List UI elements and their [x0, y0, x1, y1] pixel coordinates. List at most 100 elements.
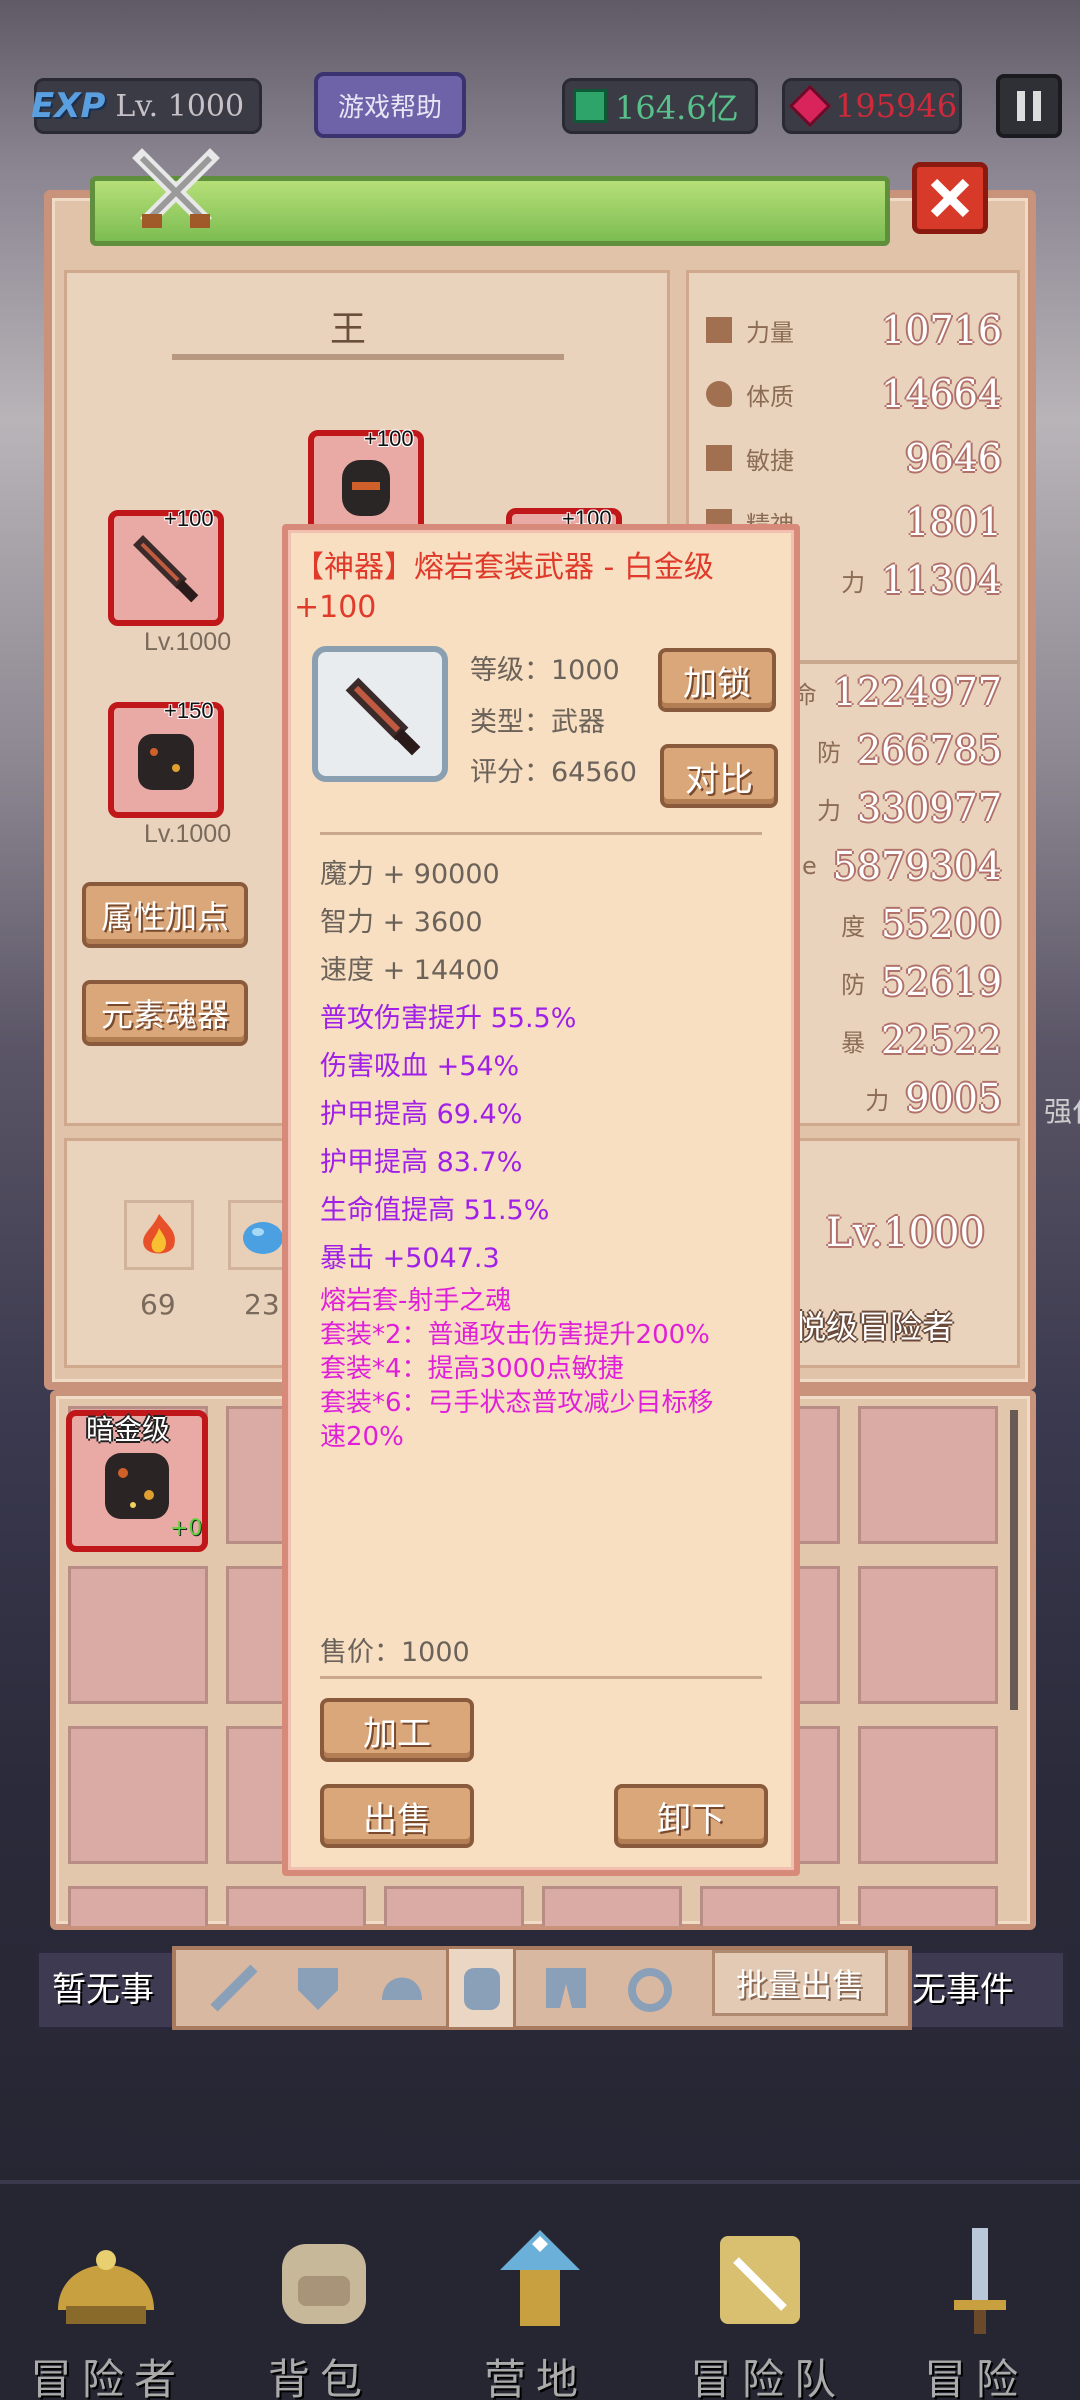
inventory-slot[interactable]	[68, 1886, 208, 1926]
item-stat-line: 速度 + 14400	[320, 955, 500, 986]
attribute-points-button[interactable]: 属性加点	[82, 882, 248, 948]
pause-icon	[1017, 91, 1041, 121]
exp-level-pill: EXP Lv. 1000	[31, 78, 262, 134]
helmet-plus: +100	[364, 426, 414, 451]
armor-plus: +150	[164, 698, 214, 723]
green-gem-icon	[573, 89, 607, 123]
strength-icon	[706, 317, 732, 343]
dark-helmet-icon	[342, 460, 390, 516]
popup-divider-bottom	[320, 1676, 762, 1679]
batch-sell-button[interactable]: 批量出售	[712, 1950, 888, 2016]
set-bonus-line: 套装*2：普通攻击伤害提升200%	[320, 1320, 710, 1350]
inventory-slot[interactable]	[858, 1566, 998, 1704]
item-title: 【神器】熔岩套装武器 - 白金级	[294, 550, 714, 585]
nav-adventurer-label[interactable]: 冒险者	[30, 2346, 186, 2400]
element-soul-button[interactable]: 元素魂器	[82, 980, 248, 1046]
rubies-value: 195946	[835, 87, 958, 125]
inventory-slot[interactable]	[226, 1886, 366, 1926]
filter-weapon-icon[interactable]	[206, 1960, 262, 2016]
unequip-button[interactable]: 卸下	[614, 1784, 768, 1848]
nav-backpack-label[interactable]: 背包	[268, 2346, 372, 2400]
adventure-sword-icon[interactable]	[920, 2220, 1040, 2340]
inventory-slot[interactable]	[384, 1886, 524, 1926]
water-icon	[243, 1222, 283, 1254]
player-level: Lv. 1000	[115, 88, 245, 124]
rubies-counter: 195946	[782, 78, 962, 134]
title-divider	[172, 354, 564, 360]
close-icon	[930, 178, 970, 218]
sell-button[interactable]: 出售	[320, 1784, 474, 1848]
exp-label: EXP	[31, 86, 106, 126]
item-bonus-line: 护甲提高 69.4%	[320, 1099, 523, 1130]
item-bonus-line: 伤害吸血 +54%	[320, 1051, 520, 1082]
gems-value: 164.6亿	[615, 89, 739, 127]
filter-helmet-icon[interactable]	[374, 1960, 430, 2016]
item-bonus-line: 普攻伤害提升 55.5%	[320, 1003, 577, 1034]
set-bonus-line: 套装*6：弓手状态普攻减少目标移	[320, 1388, 714, 1418]
close-button[interactable]	[912, 162, 988, 234]
dark-sword-icon	[133, 535, 199, 603]
water-element-count: 23	[244, 1288, 280, 1321]
inventory-slot[interactable]	[858, 1726, 998, 1864]
item-bonus-line: 生命值提高 51.5%	[320, 1195, 550, 1226]
inventory-slot[interactable]	[68, 1726, 208, 1864]
item-score: 评分：64560	[470, 757, 637, 788]
crossed-swords-icon	[132, 148, 220, 228]
item-icon-frame	[312, 646, 448, 782]
inventory-slot[interactable]	[542, 1886, 682, 1926]
nav-camp-label[interactable]: 营地	[484, 2346, 588, 2400]
pause-button[interactable]	[996, 74, 1062, 138]
camp-icon[interactable]	[480, 2220, 600, 2340]
inventory-item-quality: 暗金级	[86, 1413, 171, 1446]
item-type: 类型：武器	[470, 707, 605, 738]
set-name-line: 熔岩套-射手之魂	[320, 1286, 512, 1316]
heart-icon	[706, 381, 732, 407]
lava-sword-icon	[345, 677, 421, 756]
filter-ring-icon[interactable]	[622, 1960, 678, 2016]
item-bonus-line: 暴击 +5047.3	[320, 1243, 500, 1274]
inventory-slot[interactable]	[700, 1886, 840, 1926]
item-bonus-line: 护甲提高 83.7%	[320, 1147, 523, 1178]
stat-agility: 敏捷 9646	[706, 434, 1002, 482]
dark-armor-icon	[138, 734, 194, 790]
set-bonus-line: 速20%	[320, 1422, 404, 1452]
fire-element-count: 69	[140, 1288, 176, 1321]
inventory-slot[interactable]	[858, 1886, 998, 1926]
compare-button[interactable]: 对比	[660, 744, 778, 808]
backpack-icon[interactable]	[264, 2220, 384, 2340]
item-title-plus: +100	[294, 590, 377, 625]
inventory-scrollbar[interactable]	[1010, 1410, 1018, 1710]
game-help-button[interactable]: 游戏帮助	[314, 72, 466, 138]
adventure-team-book-icon[interactable]	[700, 2220, 820, 2340]
fire-element-slot[interactable]	[124, 1200, 194, 1270]
nav-team-label[interactable]: 冒险队	[690, 2346, 846, 2400]
boot-icon	[706, 445, 732, 471]
item-price: 售价：1000	[320, 1637, 470, 1668]
weapon-plus: +100	[164, 506, 214, 531]
set-bonus-line: 套装*4：提高3000点敏捷	[320, 1354, 624, 1384]
fire-icon	[143, 1214, 175, 1254]
armor-level: Lv.1000	[144, 820, 232, 848]
item-stat-line: 魔力 + 90000	[320, 859, 500, 890]
stat-constitution: 体质 14664	[706, 370, 1002, 418]
right-event-label: 无事件	[912, 1970, 1014, 2010]
inventory-slot[interactable]	[68, 1566, 208, 1704]
inventory-slot[interactable]	[858, 1406, 998, 1544]
adventurer-helmet-icon[interactable]	[46, 2220, 166, 2340]
filter-pants-icon[interactable]	[538, 1960, 594, 2016]
left-event-label: 暂无事	[52, 1970, 154, 2010]
craft-button[interactable]: 加工	[320, 1698, 474, 1762]
stat-strength: 力量 10716	[706, 306, 1002, 354]
adventurer-title: 悦级冒险者	[794, 1308, 955, 1346]
item-stat-line: 智力 + 3600	[320, 907, 483, 938]
gems-counter: 164.6亿	[562, 78, 758, 134]
ruby-icon	[788, 84, 832, 128]
side-enhance-label: 强化	[1044, 1095, 1080, 1128]
popup-divider-top	[320, 832, 762, 835]
lock-button[interactable]: 加锁	[658, 648, 776, 712]
weapon-level: Lv.1000	[144, 628, 232, 656]
item-level: 等级：1000	[470, 655, 620, 686]
nav-adventure-label[interactable]: 冒险	[924, 2346, 1028, 2400]
equipment-slot-title: 王	[330, 309, 367, 350]
filter-shield-icon[interactable]	[290, 1960, 346, 2016]
